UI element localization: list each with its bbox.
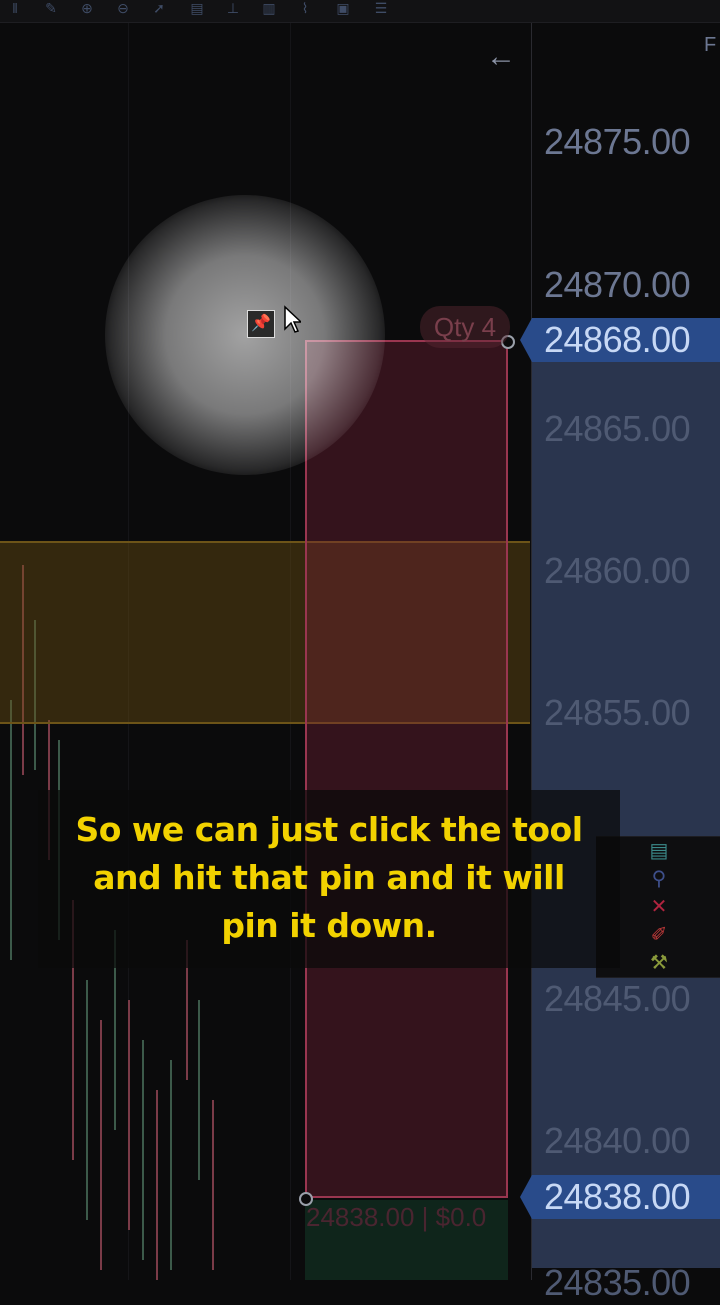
price-label: 24840.00 [544, 1120, 691, 1161]
price-label: 24835.00 [544, 1262, 691, 1303]
axis-header-letter: F [704, 34, 717, 56]
price-tag-bottom: 24838.00 [520, 1175, 720, 1219]
tools-icon[interactable]: ⚒ [644, 949, 674, 977]
price-label: 24875.00 [544, 121, 691, 162]
snapshot-icon[interactable]: ▣ [332, 0, 354, 20]
cursor-icon[interactable]: ➚ [148, 0, 170, 20]
drawing-tools-icon[interactable]: ⊥ [222, 0, 244, 20]
caption-line: So we can just click the tool [75, 810, 583, 849]
caption-line: and hit that pin and it will [93, 858, 565, 897]
price-label: 24865.00 [544, 408, 691, 449]
zoom-in-icon[interactable]: ⊕ [76, 0, 98, 20]
position-tool-box[interactable] [305, 340, 508, 1198]
mouse-cursor-icon [284, 305, 301, 333]
layers-icon[interactable]: ▤ [186, 0, 208, 20]
pin-icon[interactable]: 📌 [247, 310, 275, 338]
eraser-icon[interactable]: ✐ [644, 921, 674, 949]
video-caption: So we can just click the tool and hit th… [38, 806, 620, 950]
list-icon[interactable]: ☰ [370, 0, 392, 20]
bars-icon[interactable]: ‖ [4, 0, 26, 20]
price-label: 24845.00 [544, 978, 691, 1019]
pencil-icon[interactable]: ✎ [40, 0, 62, 20]
click-spotlight [105, 195, 385, 475]
price-label: 24860.00 [544, 550, 691, 591]
settings-list-icon[interactable]: ▤ [644, 837, 674, 865]
trend-icon[interactable]: ⌇ [294, 0, 316, 20]
price-tag-top: 24868.00 [520, 318, 720, 362]
chart-bars-icon[interactable]: ▥ [258, 0, 280, 20]
back-arrow-icon[interactable]: ← [486, 40, 516, 74]
price-label: 24870.00 [544, 264, 691, 305]
zoom-out-icon[interactable]: ⊖ [112, 0, 134, 20]
pin-menu-icon[interactable]: ⚲ [644, 865, 674, 893]
price-label: 24855.00 [544, 692, 691, 733]
close-icon[interactable]: ✕ [644, 893, 674, 921]
chart-toolbar: ‖ ✎ ⊕ ⊖ ➚ ▤ ⊥ ▥ ⌇ ▣ ☰ [0, 0, 720, 23]
price-axis[interactable]: 24875.00 24870.00 24868.00 24865.00 2486… [520, 23, 720, 1303]
qty-badge[interactable]: Qty 4 [420, 306, 510, 348]
caption-line: pin it down. [221, 906, 437, 945]
stop-label: 24838.00 | $0.0 [306, 1202, 487, 1232]
